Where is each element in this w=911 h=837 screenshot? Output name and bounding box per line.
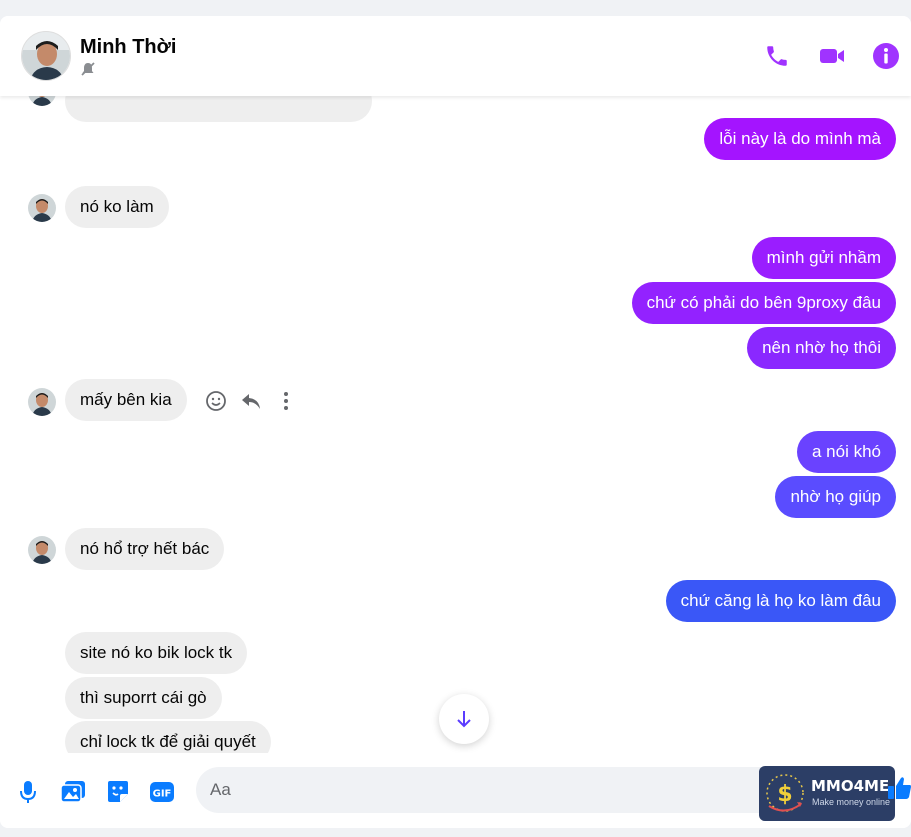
outgoing-message-bubble[interactable]: chứ căng là họ ko làm đâu [665, 580, 896, 622]
microphone-icon [20, 781, 36, 803]
scroll-to-bottom-button[interactable] [439, 694, 489, 744]
conversation-info-button[interactable] [872, 42, 900, 70]
message-text: mấy bên kia [80, 390, 172, 409]
info-icon [873, 43, 899, 69]
contact-avatar-small [28, 194, 56, 222]
contact-avatar-small [28, 536, 56, 564]
incoming-message-bubble[interactable] [65, 96, 372, 122]
contact-avatar-small [28, 388, 56, 416]
contact-name[interactable]: Minh Thời [80, 36, 176, 59]
outgoing-message-bubble[interactable]: nhờ họ giúp [775, 476, 896, 518]
send-like-button[interactable] [888, 775, 911, 801]
message-list[interactable]: lỗi này là do mình mà nó ko làm mình gửi… [0, 96, 911, 753]
watermark-brand: MMO4ME [811, 777, 890, 795]
incoming-message-bubble[interactable]: thì suporrt cái gò [65, 677, 222, 719]
outgoing-message-bubble[interactable]: nên nhờ họ thôi [747, 327, 896, 369]
chat-header: Minh Thời [0, 16, 911, 96]
incoming-message-bubble[interactable]: chỉ lock tk để giải quyết [65, 721, 271, 753]
message-input[interactable] [196, 767, 816, 813]
outgoing-message-bubble[interactable]: a nói khó [797, 431, 896, 473]
incoming-message-bubble[interactable]: site nó ko bik lock tk [65, 632, 248, 674]
message-text: thì suporrt cái gò [80, 688, 207, 707]
video-camera-icon [820, 49, 844, 63]
svg-text:$: $ [777, 782, 792, 807]
dollar-globe-icon: $ [766, 774, 804, 812]
watermark-tagline: Make money online [812, 797, 891, 807]
sticker-button[interactable] [105, 779, 131, 805]
phone-icon [767, 46, 787, 66]
message-text: chứ căng là họ ko làm đâu [680, 591, 881, 610]
video-call-button[interactable] [818, 42, 846, 70]
gif-button[interactable]: GIF [149, 779, 175, 805]
message-text: chỉ lock tk để giải quyết [80, 732, 256, 751]
reply-arrow-icon [242, 394, 260, 409]
call-button[interactable] [763, 42, 791, 70]
arrow-down-icon [457, 711, 471, 728]
sticker-icon [108, 781, 128, 802]
message-text: a nói khó [812, 442, 881, 461]
message-text: site nó ko bik lock tk [80, 643, 233, 662]
watermark-logo: $ MMO4ME Make money online [759, 766, 895, 821]
gif-icon: GIF [150, 782, 174, 802]
voice-clip-button[interactable] [15, 779, 41, 805]
message-text: nhờ họ giúp [790, 487, 881, 506]
vertical-dots-icon [284, 392, 288, 410]
contact-avatar[interactable] [21, 31, 71, 81]
smiley-icon [206, 391, 226, 411]
more-options-button[interactable] [274, 389, 298, 413]
outgoing-message-bubble[interactable]: mình gửi nhầm [751, 237, 896, 279]
react-button[interactable] [204, 389, 228, 413]
message-text: nên nhờ họ thôi [762, 338, 881, 357]
chat-window: Minh Thời lỗi này là do mình mà nó ko là… [0, 16, 911, 828]
thumbs-up-icon [888, 777, 911, 799]
message-text: chứ có phải do bên 9proxy đâu [646, 293, 881, 312]
reply-button[interactable] [239, 389, 263, 413]
message-text: mình gửi nhầm [766, 248, 881, 267]
outgoing-message-bubble[interactable]: lỗi này là do mình mà [704, 118, 896, 160]
message-text: nó hổ trợ hết bác [80, 539, 210, 558]
message-text: lỗi này là do mình mà [719, 129, 881, 148]
incoming-message-bubble[interactable]: mấy bên kia [65, 379, 187, 421]
incoming-message-bubble[interactable]: nó hổ trợ hết bác [65, 528, 225, 570]
contact-avatar-small [28, 96, 56, 106]
message-text: nó ko làm [80, 197, 154, 216]
attach-photo-button[interactable] [60, 779, 86, 805]
outgoing-message-bubble[interactable]: chứ có phải do bên 9proxy đâu [631, 282, 896, 324]
incoming-message-bubble[interactable]: nó ko làm [65, 186, 169, 228]
muted-bell-icon [80, 61, 96, 77]
gif-label: GIF [153, 789, 172, 800]
photo-gallery-icon [60, 781, 85, 803]
